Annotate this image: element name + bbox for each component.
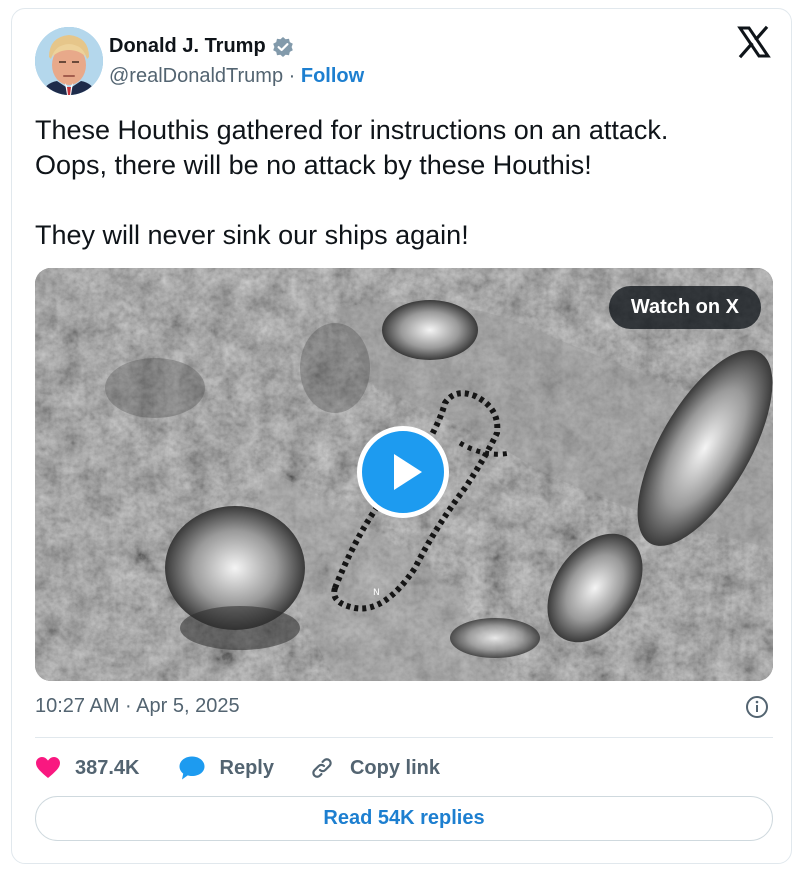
- link-icon: [312, 758, 332, 778]
- tweet-line: Oops, there will be no attack by these H…: [35, 150, 592, 180]
- avatar-image: [35, 27, 103, 95]
- separator: ·: [288, 65, 296, 87]
- reply-label: Reply: [219, 756, 274, 779]
- follow-button[interactable]: Follow: [301, 65, 364, 87]
- tweet-timestamp[interactable]: 10:27 AM · Apr 5, 2025: [35, 695, 240, 718]
- heart-icon: [36, 757, 60, 778]
- reply-button[interactable]: Reply: [178, 755, 274, 781]
- divider: [35, 737, 773, 738]
- author-name-row: Donald J. Trump: [109, 35, 294, 58]
- info-icon[interactable]: [745, 695, 769, 719]
- tweet-text: These Houthis gathered for instructions …: [35, 113, 765, 253]
- verified-badge-icon: [272, 36, 294, 58]
- author-handle[interactable]: @realDonaldTrump: [109, 65, 283, 87]
- like-button[interactable]: 387.4K: [35, 756, 140, 780]
- x-logo-icon[interactable]: [737, 25, 771, 59]
- read-replies-button[interactable]: Read 54K replies: [35, 796, 773, 841]
- tweet-line: These Houthis gathered for instructions …: [35, 115, 669, 145]
- watch-on-x-button[interactable]: Watch on X: [608, 286, 761, 329]
- video-player[interactable]: N Watch on X: [35, 268, 773, 681]
- author-handle-row: @realDonaldTrump · Follow: [109, 65, 364, 88]
- action-bar: 387.4K Reply Copy link: [35, 751, 440, 785]
- avatar[interactable]: [35, 27, 103, 95]
- like-count: 387.4K: [75, 756, 140, 779]
- copy-link-label: Copy link: [349, 756, 440, 779]
- tweet-line: They will never sink our ships again!: [35, 220, 469, 250]
- play-button[interactable]: [357, 426, 449, 518]
- tweet-card: Donald J. Trump @realDonaldTrump · Follo…: [11, 8, 792, 864]
- reply-bubble-icon: [179, 756, 204, 780]
- copy-link-button[interactable]: Copy link: [308, 755, 440, 781]
- author-name[interactable]: Donald J. Trump: [109, 35, 266, 58]
- video-overlay-letter: N: [373, 588, 380, 598]
- play-icon: [394, 454, 422, 490]
